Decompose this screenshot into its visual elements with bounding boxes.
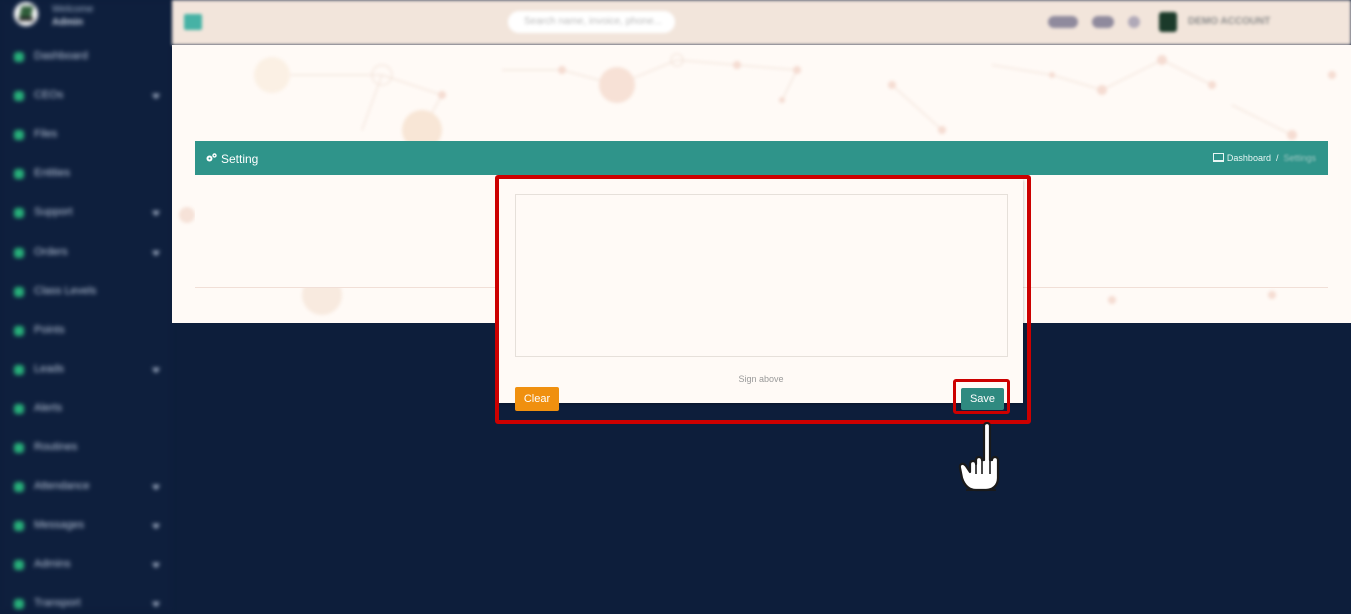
modal-highlight-frame [495,175,1031,424]
sidebar-item-label: Orders [34,245,68,258]
sidebar-item[interactable]: Alerts [0,399,172,419]
sidebar-item[interactable]: Messages [0,516,172,536]
sidebar-item-icon [14,403,24,414]
sidebar-item[interactable]: Points [0,321,172,341]
sidebar-item[interactable]: Orders [0,243,172,263]
chevron-down-icon [152,211,160,217]
breadcrumb: Dashboard / Settings [1212,153,1316,163]
chevron-down-icon [152,485,160,491]
sidebar-item-icon [14,208,24,219]
sidebar-item-label: Support [34,206,73,219]
language-flag-icon[interactable] [1092,16,1114,28]
save-highlight-frame [953,379,1010,414]
sidebar-item-icon [14,130,24,141]
sidebar-item[interactable]: Admins [0,555,172,575]
chevron-down-icon [152,563,160,569]
sidebar-item-icon [14,286,24,297]
panel-title: Setting [221,152,259,166]
sidebar-item-label: Dashboard [34,50,88,62]
sidebar-item-icon [14,364,24,375]
sidebar-item-label: CEOs [34,89,64,102]
breadcrumb-separator: / [1275,153,1279,163]
search-input[interactable]: Search name, invoice, phone... [508,11,675,33]
chevron-down-icon [152,94,160,100]
notification-icon[interactable] [1048,16,1078,28]
sidebar-item[interactable]: Dashboard [0,47,172,67]
breadcrumb-dashboard-link[interactable]: Dashboard [1227,153,1271,163]
sidebar-item-label: Alerts [34,401,63,414]
welcome-text: Welcome [52,4,94,15]
pointing-hand-icon [958,421,1000,492]
chevron-down-icon [152,250,160,256]
welcome-user: Admin [52,17,84,28]
sidebar-item[interactable]: Entities [0,164,172,184]
sidebar-item-icon [14,560,24,571]
sidebar-item[interactable]: Support [0,203,172,223]
sidebar-item[interactable]: CEOs [0,86,172,106]
gears-icon [206,153,217,162]
sidebar-item[interactable]: Files [0,125,172,145]
top-bar: Search name, invoice, phone... DEMO ACCO… [172,0,1351,45]
sidebar-item-label: Files [34,128,58,141]
sidebar: Welcome Admin Dashboard CEOs Files Entities… [0,0,172,611]
account-menu[interactable]: DEMO ACCOUNT [1188,16,1270,27]
sidebar-item-label: Admins [34,558,71,571]
mail-icon[interactable] [1128,16,1140,28]
sidebar-item-icon [14,482,24,493]
sidebar-item-label: Class Levels [34,284,97,297]
sidebar-item-icon [14,247,24,258]
sidebar-item-icon [14,52,24,62]
sidebar-item-icon [14,599,24,610]
menu-toggle-icon[interactable] [184,14,202,30]
sidebar-item[interactable]: Class Levels [0,282,172,302]
chevron-down-icon [152,602,160,608]
sidebar-item-label: Leads [34,362,64,375]
sidebar-item[interactable]: Routines [0,438,172,458]
sidebar-item-icon [14,325,24,336]
laptop-icon [1212,153,1224,162]
chevron-down-icon [152,524,160,530]
sidebar-item-icon [14,91,24,102]
sidebar-item-label: Routines [34,441,78,453]
sidebar-item-label: Entities [34,167,71,180]
breadcrumb-current: Settings [1283,153,1316,163]
sidebar-item[interactable]: Attendance [0,477,172,497]
sidebar-item-icon [14,443,24,453]
sidebar-item-label: Transport [34,597,81,610]
top-icons [1048,14,1168,30]
chevron-down-icon [152,367,160,373]
settings-panel-header: Setting Dashboard / Settings [195,141,1328,175]
school-logo [14,2,38,26]
sidebar-item-icon [14,521,24,532]
search-placeholder: Search name, invoice, phone... [524,16,662,27]
sidebar-item-icon [14,169,24,180]
sidebar-brand: Welcome Admin [10,2,170,32]
sidebar-item[interactable]: Leads [0,360,172,380]
sidebar-item-label: Messages [34,519,85,532]
account-avatar[interactable] [1159,12,1177,32]
sidebar-item-label: Attendance [34,480,90,493]
sidebar-item[interactable]: Transport [0,594,172,614]
sidebar-item-label: Points [34,323,65,336]
